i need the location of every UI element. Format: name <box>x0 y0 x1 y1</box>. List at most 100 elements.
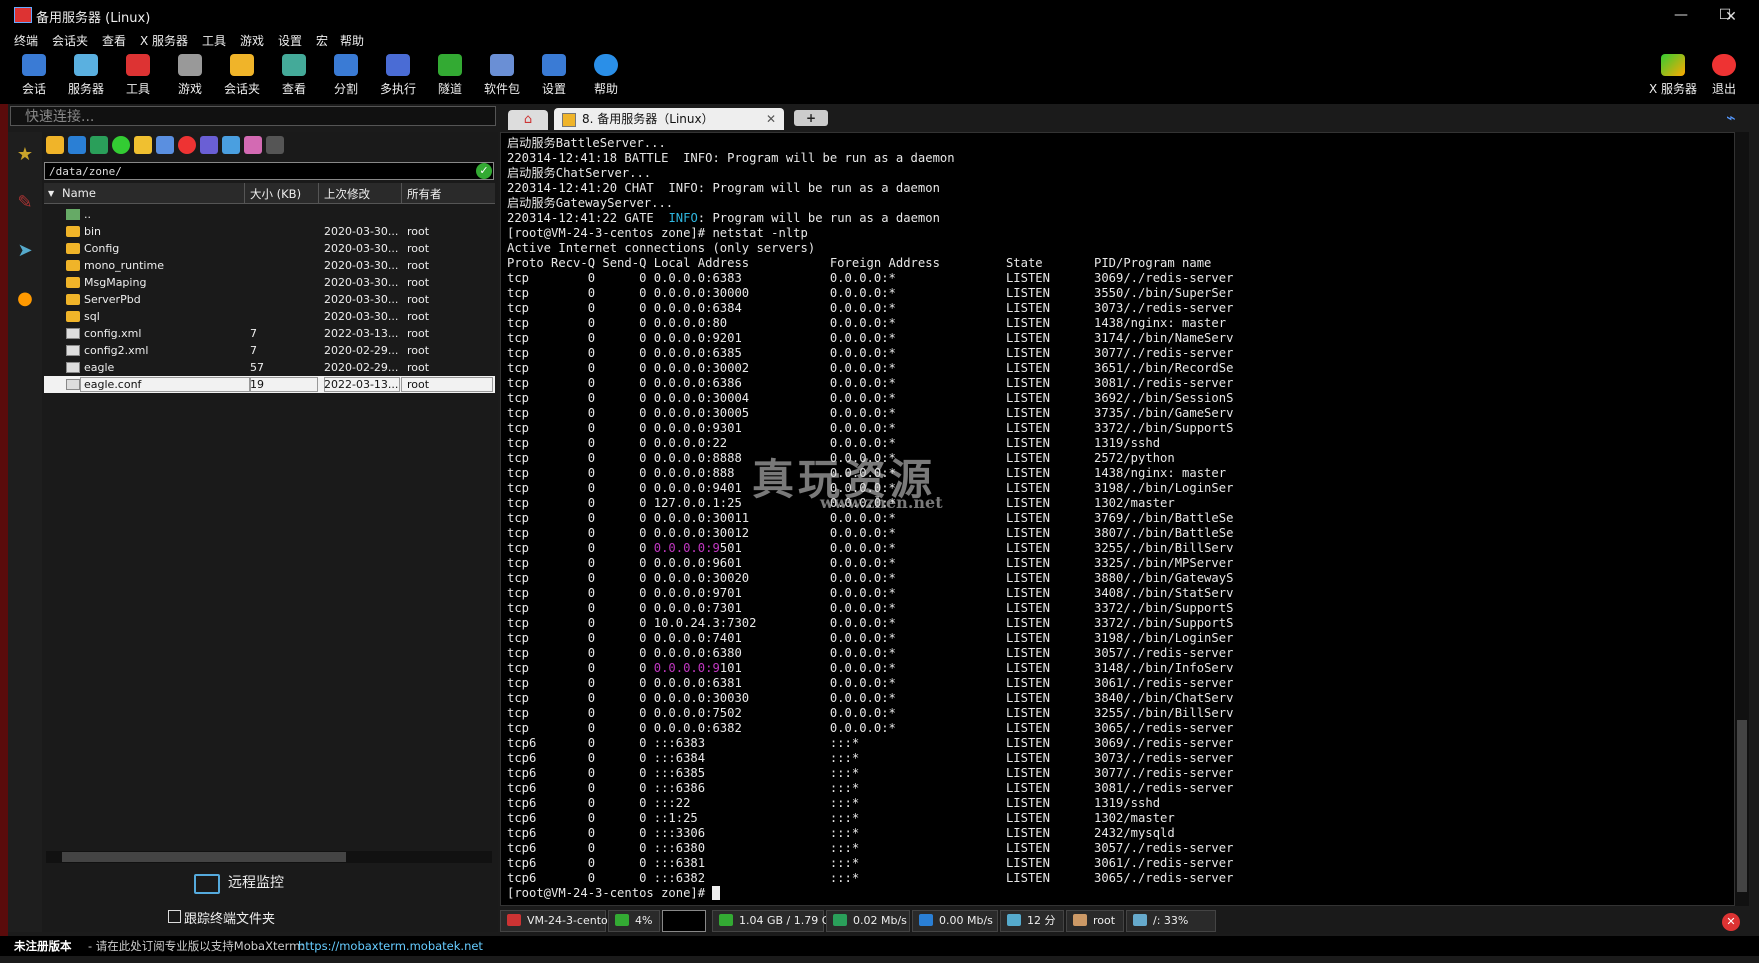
sort-icon: ▼ <box>48 189 55 198</box>
menu-help[interactable]: 帮助 <box>340 32 364 49</box>
help-button[interactable]: 帮助 <box>582 54 630 97</box>
file-row[interactable]: eagle 57 2020-02-29... root <box>44 359 495 376</box>
file-row[interactable]: ServerPbd 2020-03-30... root <box>44 291 495 308</box>
col-name[interactable]: Name <box>62 186 96 200</box>
tools-side-icon[interactable]: ✎ <box>12 190 38 216</box>
packages-button[interactable]: 软件包 <box>478 54 526 97</box>
file-row[interactable]: Config 2020-03-30... root <box>44 240 495 257</box>
file-name: Config <box>84 242 120 255</box>
sftp-scroll-thumb[interactable] <box>62 852 346 862</box>
sessions-fav-button[interactable]: 会话夹 <box>218 54 266 97</box>
file-row[interactable]: sql 2020-03-30... root <box>44 308 495 325</box>
file-row[interactable]: bin 2020-03-30... root <box>44 223 495 240</box>
file-size: 57 <box>250 361 264 374</box>
toolbar: 会话 服务器 工具 游戏 会话夹 查看 分割 多执行 隧道 软件包 设置 帮助 … <box>0 50 1759 104</box>
upload-icon[interactable] <box>90 136 108 154</box>
file-size: 7 <box>250 327 257 340</box>
mobaxterm-link[interactable]: https://mobaxterm.mobatek.net <box>298 936 483 956</box>
tools-button[interactable]: 工具 <box>114 54 162 97</box>
menu-xserver[interactable]: X 服务器 <box>140 32 188 49</box>
session-tab[interactable]: 8. 备用服务器（Linux） ✕ <box>554 108 784 130</box>
parent-folder-icon[interactable] <box>46 136 64 154</box>
multiexec-icon <box>386 54 410 76</box>
file-owner: root <box>407 310 430 323</box>
split-button[interactable]: 分割 <box>322 54 370 97</box>
file-row[interactable]: config.xml 7 2022-03-13... root <box>44 325 495 342</box>
close-button[interactable]: ✕ <box>1716 6 1746 28</box>
games-button[interactable]: 游戏 <box>166 54 214 97</box>
session-button[interactable]: 会话 <box>10 54 58 97</box>
file-name: .. <box>84 208 91 221</box>
view-button[interactable]: 查看 <box>270 54 318 97</box>
settings-icon <box>542 54 566 76</box>
path-ok-icon[interactable]: ✓ <box>476 163 492 179</box>
file-row[interactable]: .. <box>44 206 495 223</box>
upload-speed-icon <box>833 914 847 926</box>
file-name: MsgMaping <box>84 276 147 289</box>
menu-games[interactable]: 游戏 <box>240 32 264 49</box>
refresh-icon[interactable] <box>112 136 130 154</box>
menu-settings[interactable]: 设置 <box>278 32 302 49</box>
paperclip-icon[interactable]: ⌁ <box>1726 108 1736 127</box>
uptime-icon <box>1007 914 1021 926</box>
file-row[interactable]: MsgMaping 2020-03-30... root <box>44 274 495 291</box>
file-row[interactable]: mono_runtime 2020-03-30... root <box>44 257 495 274</box>
menu-macros[interactable]: 宏 <box>316 32 328 49</box>
terminal-icon[interactable] <box>266 136 284 154</box>
permissions-icon[interactable] <box>222 136 240 154</box>
status-user: root <box>1066 910 1124 932</box>
status-close-icon[interactable]: ✕ <box>1722 913 1740 931</box>
file-name: eagle <box>84 361 115 374</box>
checkbox-box[interactable] <box>168 910 181 923</box>
macros-icon[interactable]: ● <box>12 286 38 312</box>
tab-close-icon[interactable]: ✕ <box>766 108 776 130</box>
file-modified: 2020-03-30... <box>324 310 399 323</box>
rename-icon[interactable] <box>200 136 218 154</box>
status-host[interactable]: VM-24-3-centos <box>500 910 613 932</box>
servers-button[interactable]: 服务器 <box>62 54 110 97</box>
follow-terminal-checkbox[interactable]: 跟踪终端文件夹 <box>168 908 275 927</box>
menu-view[interactable]: 查看 <box>102 32 126 49</box>
xserver-button[interactable]: X 服务器 <box>1646 54 1700 97</box>
window-title: 备用服务器 (Linux) <box>36 11 151 26</box>
exit-button[interactable]: 退出 <box>1700 54 1748 97</box>
terminal-cursor <box>712 886 720 900</box>
remote-monitor-button[interactable]: 远程监控 <box>194 872 284 894</box>
menu-sessions[interactable]: 会话夹 <box>52 32 88 49</box>
col-modified[interactable]: 上次修改 <box>324 186 370 202</box>
terminal-scroll-thumb[interactable] <box>1737 720 1747 892</box>
download-icon[interactable] <box>68 136 86 154</box>
multiexec-button[interactable]: 多执行 <box>374 54 422 97</box>
status-cpu: 4% <box>608 910 660 932</box>
quick-connect-input[interactable]: 快速连接... <box>10 106 496 126</box>
menu-terminal[interactable]: 终端 <box>14 32 38 49</box>
file-modified: 2020-03-30... <box>324 293 399 306</box>
star-icon <box>230 54 254 76</box>
col-size[interactable]: 大小 (KB) <box>250 186 301 202</box>
session-icon <box>22 54 46 76</box>
sftp-send-icon[interactable]: ➤ <box>12 238 38 264</box>
file-row[interactable]: config2.xml 7 2020-02-29... root <box>44 342 495 359</box>
sessions-star-icon[interactable]: ★ <box>12 142 38 168</box>
open-with-icon[interactable] <box>244 136 262 154</box>
file-icon <box>66 328 80 339</box>
new-tab-button[interactable]: + <box>794 110 828 126</box>
new-file-icon[interactable] <box>156 136 174 154</box>
selection-highlight: 0.0.0.0:9 <box>653 541 720 555</box>
terminal[interactable]: 启动服务BattleServer... 220314-12:41:18 BATT… <box>500 132 1735 906</box>
file-list: .. bin 2020-03-30... root Config 2020-03-30..… <box>44 206 495 396</box>
minimize-button[interactable]: — <box>1666 4 1696 26</box>
settings-button[interactable]: 设置 <box>530 54 578 97</box>
home-tab[interactable]: ⌂ <box>508 110 548 130</box>
tools-icon <box>126 54 150 76</box>
user-icon <box>1073 914 1087 926</box>
terminal-output: 启动服务BattleServer... 220314-12:41:18 BATT… <box>507 136 1234 900</box>
tunnel-button[interactable]: 隧道 <box>426 54 474 97</box>
delete-icon[interactable] <box>178 136 196 154</box>
menu-tools[interactable]: 工具 <box>202 32 226 49</box>
file-owner: root <box>407 327 430 340</box>
new-folder-icon[interactable] <box>134 136 152 154</box>
col-owner[interactable]: 所有者 <box>407 186 442 202</box>
sftp-path-input[interactable]: /data/zone/ <box>44 162 494 180</box>
file-row[interactable]: eagle.conf 19 2022-03-13... root <box>44 376 495 393</box>
